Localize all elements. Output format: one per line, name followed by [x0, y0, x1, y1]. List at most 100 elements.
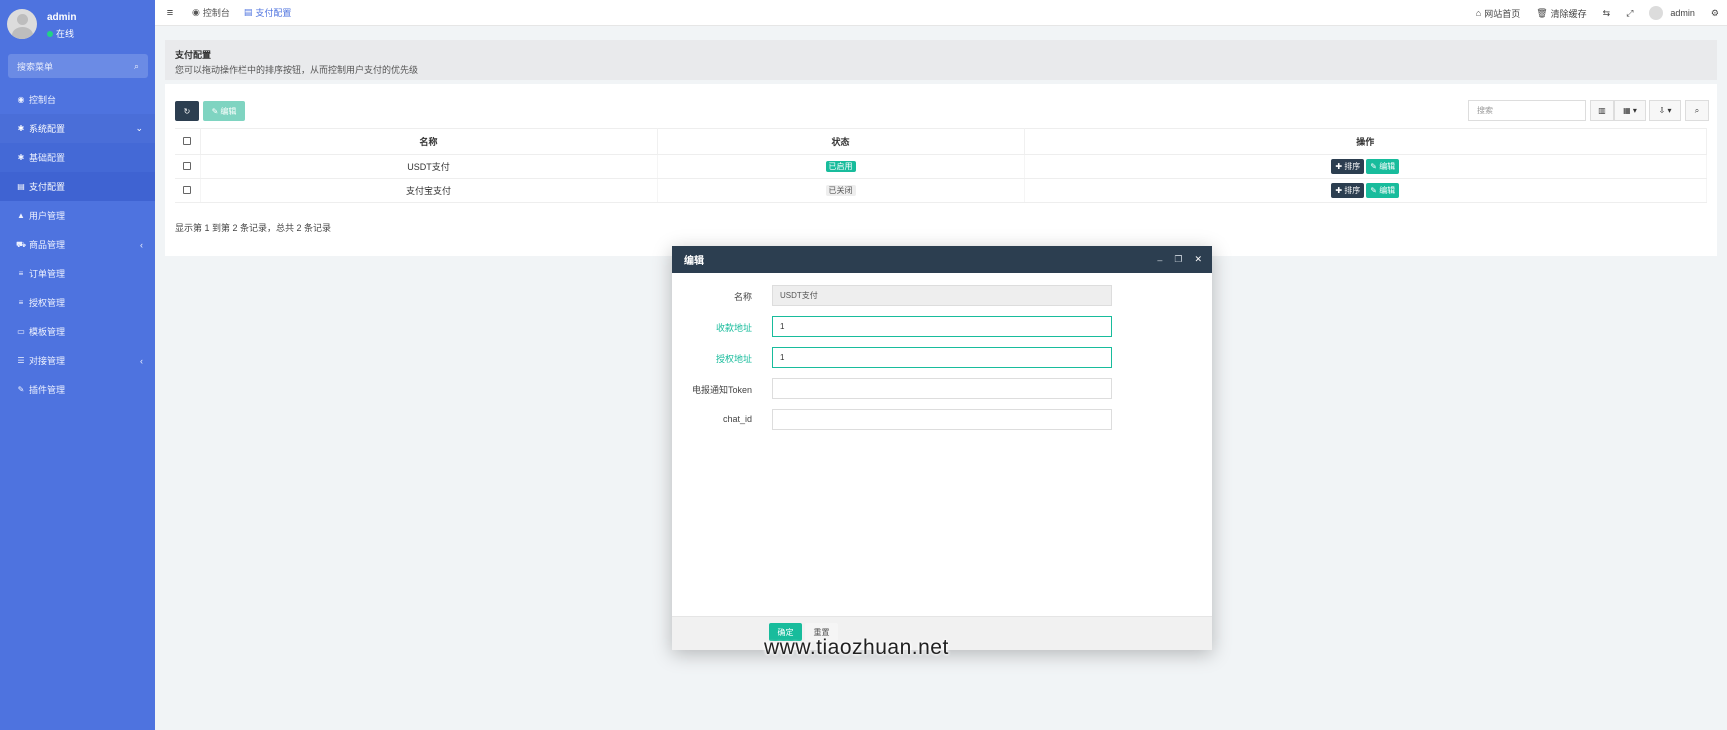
sidebar-item-system-config[interactable]: ✱ 系统配置 ⌄ [0, 114, 155, 143]
table-icon: ▤ [17, 182, 25, 191]
table-row[interactable]: USDT支付 已启用 ✚ 排序 ✎ 编辑 [175, 154, 1707, 179]
row-checkbox[interactable] [183, 161, 192, 170]
user-status: 在线 [47, 27, 74, 40]
table-row[interactable]: 支付宝支付 已关闭 ✚ 排序 ✎ 编辑 [175, 178, 1707, 203]
template-icon: ▭ [17, 327, 25, 336]
table-search-input[interactable]: 搜索 [1468, 100, 1586, 121]
menu-search-input[interactable]: 搜索菜单 ⌕ [8, 54, 148, 78]
tab-payment-config[interactable]: ▤ 支付配置 [237, 0, 299, 26]
sidebar-item-plugins[interactable]: ✎ 插件管理 [0, 375, 155, 404]
page-title: 支付配置 [175, 50, 212, 60]
modal-tools: – ❐ ✕ [1157, 246, 1202, 273]
sort-button[interactable]: ✚ 排序 [1331, 183, 1365, 198]
cell-actions: ✚ 排序 ✎ 编辑 [1024, 154, 1707, 179]
topbar-right: ⌂ 网站首页 🗑 清除缓存 ⇆ ⤢ admin ⚙ [1468, 0, 1727, 26]
edit-button[interactable]: ✎ 编辑 [203, 101, 245, 121]
toggle-view-button[interactable]: ▥ [1590, 100, 1614, 121]
field-label-auth-address: 授权地址 [715, 354, 752, 364]
telegram-token-field[interactable] [772, 378, 1112, 399]
form-row-name: 名称 USDT支付 [672, 285, 1212, 307]
select-all-cell [175, 128, 201, 155]
settings-button[interactable]: ⚙ [1703, 8, 1727, 19]
online-dot-icon [47, 30, 53, 37]
sidebar-item-orders[interactable]: ≡ 订单管理 [0, 259, 155, 288]
sidebar-item-label: 对接管理 [29, 356, 66, 366]
common-search-button[interactable]: ⌕ [1685, 100, 1709, 121]
columns-button[interactable]: ▦ ▾ [1614, 100, 1646, 121]
language-button[interactable]: ⇆ [1595, 8, 1619, 19]
sidebar-item-label: 控制台 [29, 95, 57, 105]
menu-search-placeholder: 搜索菜单 [17, 61, 54, 72]
chat-id-field[interactable] [772, 409, 1112, 430]
tab-dashboard[interactable]: ◉ 控制台 [185, 0, 237, 26]
column-header-status[interactable]: 状态 [657, 128, 1025, 155]
topbar-user-name: admin [1670, 8, 1695, 18]
sidebar-item-templates[interactable]: ▭ 模板管理 [0, 317, 155, 346]
column-header-name[interactable]: 名称 [200, 128, 658, 155]
topbar: ≡ ◉ 控制台 ▤ 支付配置 ⌂ 网站首页 🗑 清除缓存 ⇆ ⤢ admin ⚙ [155, 0, 1727, 26]
sidebar-item-label: 系统配置 [29, 124, 66, 134]
modal-header[interactable]: 编辑 – ❐ ✕ [672, 246, 1212, 273]
form-row-auth-address: 授权地址 1 [672, 347, 1212, 369]
maximize-icon[interactable]: ❐ [1174, 254, 1182, 265]
sidebar-item-basic-config[interactable]: ✱ 基础配置 [0, 143, 155, 172]
user-menu[interactable]: admin [1641, 6, 1703, 20]
edit-modal: 编辑 – ❐ ✕ 名称 USDT支付 收款地址 1 授权地址 1 电报通知Tok… [672, 246, 1212, 650]
select-all-checkbox[interactable] [183, 136, 192, 145]
avatar[interactable] [7, 9, 37, 39]
user-icon: ▲ [17, 211, 25, 220]
table-icon: ▤ [243, 7, 253, 17]
chevron-left-icon: ‹ [140, 355, 143, 366]
menu-toggle-icon[interactable]: ≡ [155, 7, 185, 19]
status-badge[interactable]: 已启用 [825, 161, 856, 172]
trash-icon: 🗑 [1536, 7, 1548, 18]
sidebar-item-integration[interactable]: ☰ 对接管理 ‹ [0, 346, 155, 375]
clear-cache-label: 清除缓存 [1550, 8, 1587, 19]
row-checkbox[interactable] [183, 185, 192, 194]
tab-label: 控制台 [202, 8, 230, 18]
search-icon[interactable]: ⌕ [134, 61, 139, 72]
sidebar-item-label: 支付配置 [29, 182, 66, 192]
sidebar-item-licenses[interactable]: ≡ 授权管理 [0, 288, 155, 317]
clear-cache-button[interactable]: 🗑 清除缓存 [1528, 7, 1594, 20]
sidebar-item-payment-config[interactable]: ▤ 支付配置 [0, 172, 155, 201]
fullscreen-icon: ⤢ [1626, 7, 1634, 18]
receive-address-field[interactable]: 1 [772, 316, 1112, 337]
fullscreen-button[interactable]: ⤢ [1618, 8, 1641, 19]
site-home-link[interactable]: ⌂ 网站首页 [1468, 7, 1528, 20]
search-icon: ⌕ [1694, 105, 1700, 115]
sliders-icon: ☰ [17, 356, 25, 365]
page-description: 您可以拖动操作栏中的排序按钮，从而控制用户支付的优先级 [175, 65, 419, 75]
sidebar-item-dashboard[interactable]: ◉ 控制台 [0, 85, 155, 114]
row-edit-label: 编辑 [1379, 186, 1396, 195]
auth-address-field[interactable]: 1 [772, 347, 1112, 368]
close-icon[interactable]: ✕ [1194, 254, 1202, 265]
row-edit-button[interactable]: ✎ 编辑 [1366, 183, 1400, 198]
row-edit-label: 编辑 [1379, 162, 1396, 171]
card-view-icon: ▥ [1598, 106, 1606, 115]
sidebar-item-label: 模板管理 [29, 327, 66, 337]
columns-icon: ▦ ▾ [1623, 106, 1637, 115]
name-field: USDT支付 [772, 285, 1112, 306]
sidebar-item-users[interactable]: ▲ 用户管理 [0, 201, 155, 230]
field-label-chat-id: chat_id [722, 414, 752, 424]
sidebar-item-products[interactable]: ⛟ 商品管理 ‹ [0, 230, 155, 259]
row-checkbox-cell [175, 154, 201, 179]
avatar [1649, 6, 1664, 20]
home-icon: ⌂ [1475, 8, 1482, 18]
column-header-actions: 操作 [1024, 128, 1707, 155]
data-table: 名称 状态 操作 USDT支付 已启用 ✚ 排序 ✎ 编辑 支付宝支付 已关闭 ✚… [175, 128, 1707, 203]
refresh-button[interactable]: ↻ [175, 101, 199, 121]
sort-label: 排序 [1344, 162, 1361, 171]
table-header-row: 名称 状态 操作 [175, 128, 1707, 155]
sort-button[interactable]: ✚ 排序 [1331, 159, 1365, 174]
sidebar-item-label: 授权管理 [29, 298, 66, 308]
export-button[interactable]: ⇩ ▾ [1649, 100, 1681, 121]
sort-label: 排序 [1344, 186, 1361, 195]
minimize-icon[interactable]: – [1157, 255, 1162, 265]
row-edit-button[interactable]: ✎ 编辑 [1366, 159, 1400, 174]
user-panel: admin 在线 [0, 0, 155, 50]
sidebar-item-label: 插件管理 [29, 385, 66, 395]
chevron-left-icon: ‹ [140, 239, 143, 250]
status-badge[interactable]: 已关闭 [825, 185, 856, 196]
